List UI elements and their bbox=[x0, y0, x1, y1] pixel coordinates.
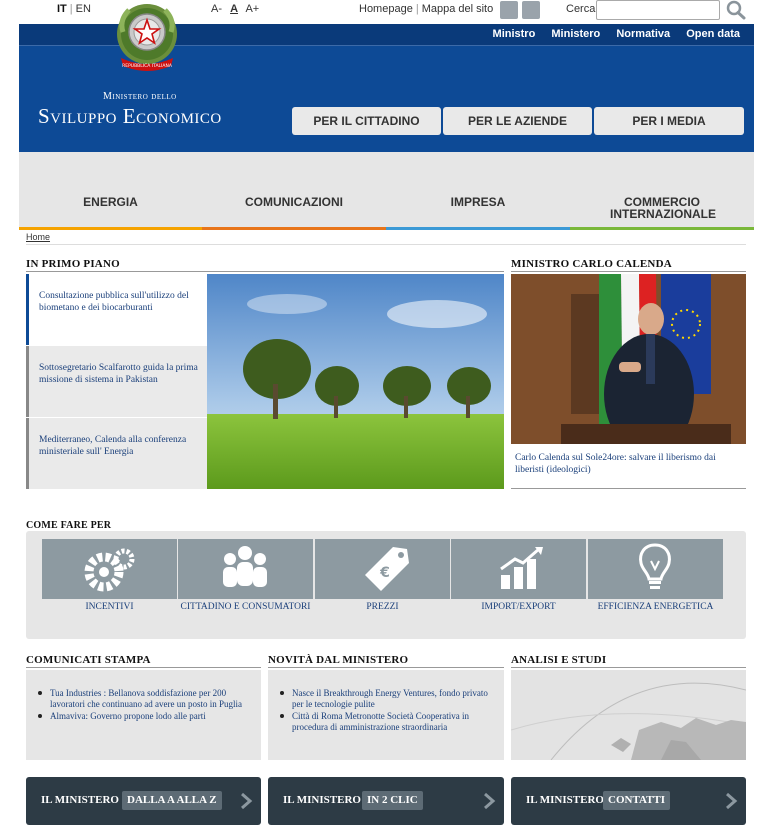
ministro-photo[interactable] bbox=[511, 274, 746, 444]
font-normal-button[interactable]: A bbox=[230, 3, 238, 15]
bar-chart-icon bbox=[500, 547, 543, 589]
top-links: Homepage | Mappa del sito bbox=[359, 3, 494, 15]
button-prefix: IL MINISTERO bbox=[526, 794, 604, 806]
site-map-link[interactable]: Mappa del sito bbox=[422, 3, 494, 15]
comunicati-title: COMUNICATI STAMPA bbox=[26, 654, 151, 666]
divider bbox=[511, 271, 746, 272]
section-impresa[interactable]: IMPRESA bbox=[386, 196, 570, 208]
comunicato-link[interactable]: Almaviva: Governo propone lodo alle part… bbox=[38, 711, 253, 722]
chevron-right-icon bbox=[484, 792, 496, 810]
primo-piano-item-text[interactable]: Sottosegretario Scalfarotto guida la pri… bbox=[39, 362, 203, 386]
people-icon bbox=[223, 546, 267, 587]
divider bbox=[26, 244, 746, 245]
novita-panel: Nasce il Breakthrough Energy Ventures, f… bbox=[268, 670, 504, 760]
ministero-2clic-button[interactable]: IL MINISTERO IN 2 CLIC bbox=[268, 777, 504, 825]
nav-ministro[interactable]: Ministro bbox=[493, 28, 536, 40]
social-icon[interactable] bbox=[500, 1, 518, 19]
come-fare-title: COME FARE PER bbox=[26, 520, 112, 531]
section-commercio-internazionale[interactable]: COMMERCIO INTERNAZIONALE bbox=[570, 196, 754, 220]
section-comunicazioni[interactable]: COMUNICAZIONI bbox=[202, 196, 386, 208]
import-export-label[interactable]: IMPORT/EXPORT bbox=[451, 602, 586, 613]
svg-text:REPUBBLICA ITALIANA: REPUBBLICA ITALIANA bbox=[122, 63, 173, 69]
svg-text:€: € bbox=[379, 565, 390, 581]
analisi-map-image[interactable] bbox=[511, 670, 746, 760]
font-size-controls: A- A A+ bbox=[211, 3, 264, 15]
button-prefix: IL MINISTERO bbox=[41, 794, 119, 806]
section-bar-impresa bbox=[386, 227, 570, 230]
lang-it-link[interactable]: IT bbox=[57, 3, 67, 15]
gears-icon bbox=[84, 548, 135, 592]
logo-text-small: Ministero dello bbox=[103, 91, 177, 102]
analisi-title: ANALISI E STUDI bbox=[511, 654, 607, 666]
section-energia[interactable]: ENERGIA bbox=[19, 196, 202, 208]
efficienza-label[interactable]: EFFICIENZA ENERGETICA bbox=[588, 602, 723, 613]
efficienza-energetica-tile[interactable] bbox=[588, 539, 723, 599]
primo-piano-item-text[interactable]: Mediterraneo, Calenda alla conferenza mi… bbox=[39, 434, 203, 458]
divider bbox=[268, 667, 504, 668]
button-prefix: IL MINISTERO bbox=[283, 794, 361, 806]
novita-title: NOVITÀ DAL MINISTERO bbox=[268, 654, 409, 666]
chevron-right-icon bbox=[726, 792, 738, 810]
per-i-media-button[interactable]: PER I MEDIA bbox=[594, 107, 744, 135]
section-menu: ENERGIA COMUNICAZIONI IMPRESA COMMERCIO … bbox=[19, 152, 754, 230]
comunicato-link[interactable]: Tua Industries : Bellanova soddisfazione… bbox=[38, 688, 253, 709]
ministero-contatti-button[interactable]: IL MINISTERO CONTATTI bbox=[511, 777, 746, 825]
search-icon bbox=[726, 0, 746, 20]
search-button[interactable] bbox=[725, 0, 747, 20]
prezzi-label[interactable]: PREZZI bbox=[315, 602, 450, 613]
incentivi-label[interactable]: INCENTIVI bbox=[42, 602, 177, 613]
divider bbox=[26, 667, 261, 668]
per-le-aziende-button[interactable]: PER LE AZIENDE bbox=[443, 107, 592, 135]
comunicati-panel: Tua Industries : Bellanova soddisfazione… bbox=[26, 670, 261, 760]
primo-piano-title: IN PRIMO PIANO bbox=[26, 258, 120, 270]
font-decrease-button[interactable]: A- bbox=[211, 3, 222, 15]
button-highlight: DALLA A ALLA Z bbox=[122, 791, 222, 810]
divider bbox=[511, 667, 746, 668]
ministro-title: MINISTRO CARLO CALENDA bbox=[511, 258, 672, 270]
primo-piano-item-text[interactable]: Consultazione pubblica sull'utilizzo del… bbox=[39, 290, 203, 314]
button-highlight: IN 2 CLIC bbox=[362, 791, 423, 810]
republic-emblem-logo[interactable]: REPUBBLICA ITALIANA bbox=[113, 0, 181, 76]
primo-piano-item[interactable]: Mediterraneo, Calenda alla conferenza mi… bbox=[26, 418, 207, 489]
primo-piano-item[interactable]: Consultazione pubblica sull'utilizzo del… bbox=[26, 274, 207, 345]
divider bbox=[26, 271, 504, 272]
lang-en-link[interactable]: EN bbox=[76, 3, 91, 15]
section-bar-energia bbox=[19, 227, 202, 230]
cittadino-label[interactable]: CITTADINO E CONSUMATORI bbox=[178, 602, 313, 613]
homepage-link[interactable]: Homepage bbox=[359, 3, 413, 15]
per-il-cittadino-button[interactable]: PER IL CITTADINO bbox=[292, 107, 441, 135]
chevron-right-icon bbox=[241, 792, 253, 810]
ministero-az-button[interactable]: IL MINISTERO DALLA A ALLA Z bbox=[26, 777, 261, 825]
novita-link[interactable]: Città di Roma Metronotte Società Coopera… bbox=[280, 711, 496, 732]
language-switcher: IT | EN bbox=[57, 3, 91, 15]
ministro-caption-link[interactable]: Carlo Calenda sul Sole24ore: salvare il … bbox=[515, 452, 740, 476]
nav-normativa[interactable]: Normativa bbox=[616, 28, 670, 40]
social-icon[interactable] bbox=[522, 1, 540, 19]
novita-link[interactable]: Nasce il Breakthrough Energy Ventures, f… bbox=[280, 688, 496, 709]
primo-piano-image-trees[interactable] bbox=[207, 274, 504, 489]
logo-text-main[interactable]: Sviluppo Economico bbox=[38, 104, 222, 129]
search-input[interactable] bbox=[596, 0, 720, 20]
nav-ministero[interactable]: Ministero bbox=[551, 28, 600, 40]
nav-open-data[interactable]: Open data bbox=[686, 28, 740, 40]
section-bar-commercio bbox=[570, 227, 754, 230]
divider bbox=[511, 488, 746, 489]
button-highlight: CONTATTI bbox=[603, 791, 671, 810]
breadcrumb-home[interactable]: Home bbox=[26, 232, 50, 242]
cittadino-tile[interactable] bbox=[178, 539, 313, 599]
price-tag-icon: € bbox=[365, 547, 409, 591]
section-bar-comunicazioni bbox=[202, 227, 386, 230]
font-increase-button[interactable]: A+ bbox=[245, 3, 259, 15]
primo-piano-item[interactable]: Sottosegretario Scalfarotto guida la pri… bbox=[26, 346, 207, 417]
search-label: Cerca bbox=[566, 3, 596, 15]
incentivi-tile[interactable] bbox=[42, 539, 177, 599]
prezzi-tile[interactable]: € bbox=[315, 539, 450, 599]
import-export-tile[interactable] bbox=[451, 539, 586, 599]
lightbulb-icon bbox=[639, 543, 671, 589]
